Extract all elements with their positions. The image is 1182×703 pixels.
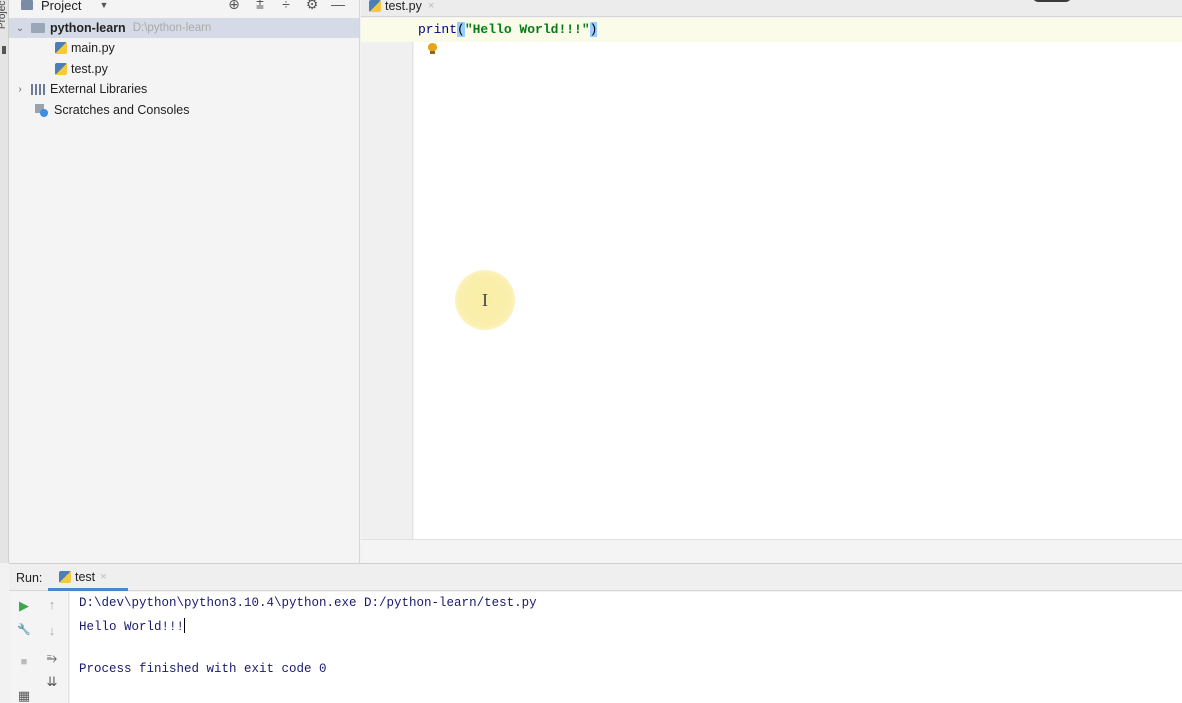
text-caret [184,618,186,633]
soft-wrap-icon[interactable]: ⥱ [44,650,60,666]
tree-item-external-libraries[interactable]: › External Libraries [9,79,147,99]
python-file-icon [55,63,67,75]
tab-run-test[interactable]: test × [59,570,107,584]
tab-label: test.py [385,0,422,13]
code-token-paren-close: ) [589,22,598,37]
code-token-string: "Hello World!!!" [464,22,590,37]
python-file-icon [369,0,381,12]
python-file-icon [59,571,71,583]
code-token-function: print [418,22,458,37]
run-console[interactable]: D:\dev\python\python3.10.4\python.exe D:… [70,592,1182,703]
project-tool-window-button[interactable]: Project [0,0,8,29]
tree-item-label: Scratches and Consoles [54,103,190,117]
python-file-icon [55,42,67,54]
tree-item-label: test.py [71,62,108,76]
tree-item-main-py[interactable]: main.py [9,38,115,58]
run-toolbar: ▶ ↑ 🔧 ↓ ■ ⥱ ▦ ⇊ [9,592,69,703]
overlay-pill [1033,0,1071,2]
chevron-down-icon[interactable]: ▼ [99,0,108,10]
gear-icon[interactable]: ⚙ [304,0,320,13]
tree-item-label: python-learn [50,21,126,35]
console-line-exit: Process finished with exit code 0 [79,662,327,676]
code-token-paren-open: ( [457,22,465,37]
project-header-toolbar: ⊕ ⩲ ÷ ⚙ — [226,0,346,13]
editor-gutter: 1 [361,18,413,539]
collapse-all-icon[interactable]: ÷ [278,0,294,13]
tree-item-label: External Libraries [50,82,148,96]
run-tool-window-header: Run: test × [9,563,1182,591]
tab-test-py[interactable]: test.py × [369,0,440,16]
text-cursor-icon: I [482,290,488,310]
code-editor[interactable]: print("Hello World!!!") [361,18,1182,539]
tree-item-python-learn[interactable]: ⌄ python-learn D:\python-learn [9,18,359,38]
project-panel-title[interactable]: Project [41,0,81,13]
arrow-down-icon[interactable]: ↓ [44,623,60,638]
editor-horizontal-scrollbar[interactable] [361,539,1182,563]
close-icon[interactable]: × [428,0,434,12]
left-tool-strip: Project [0,0,9,563]
run-label: Run: [16,571,43,585]
rerun-icon[interactable]: ▶ [16,598,32,614]
folder-icon [31,23,45,33]
stop-icon[interactable]: ■ [16,656,32,668]
run-tab-underline [48,588,128,591]
expand-all-icon[interactable]: ⩲ [252,0,268,13]
chevron-right-icon[interactable]: › [15,84,25,95]
editor-tab-bar: test.py × [361,0,1182,17]
project-view-icon [21,0,33,10]
console-line-command: D:\dev\python\python3.10.4\python.exe D:… [79,596,537,610]
code-line-1[interactable]: print("Hello World!!!") [418,22,598,37]
console-output-text: Hello World!!! [79,620,185,634]
structure-tool-button[interactable] [2,46,6,54]
console-line-output: Hello World!!! [79,618,186,634]
libraries-icon [31,83,45,95]
project-panel-header: Project ▼ ⊕ ⩲ ÷ ⚙ — [9,0,359,16]
close-icon[interactable]: × [100,571,106,583]
run-tab-label: test [75,570,96,584]
tree-item-test-py[interactable]: test.py [9,59,108,79]
wrench-icon[interactable]: 🔧 [16,623,32,636]
lightbulb-icon[interactable] [428,43,437,54]
layout-icon[interactable]: ▦ [16,688,32,703]
scroll-to-end-icon[interactable]: ⇊ [44,674,60,690]
minimize-icon[interactable]: — [330,0,346,13]
target-icon[interactable]: ⊕ [226,0,242,13]
scratches-icon [35,103,49,117]
tree-item-scratches[interactable]: Scratches and Consoles [9,100,190,120]
project-panel: Project ▼ ⊕ ⩲ ÷ ⚙ — ⌄ python-learn D:\py… [9,0,360,563]
chevron-down-icon[interactable]: ⌄ [15,23,25,34]
arrow-up-icon[interactable]: ↑ [44,597,60,612]
tree-item-path-hint: D:\python-learn [132,22,212,34]
tree-item-label: main.py [71,41,115,55]
